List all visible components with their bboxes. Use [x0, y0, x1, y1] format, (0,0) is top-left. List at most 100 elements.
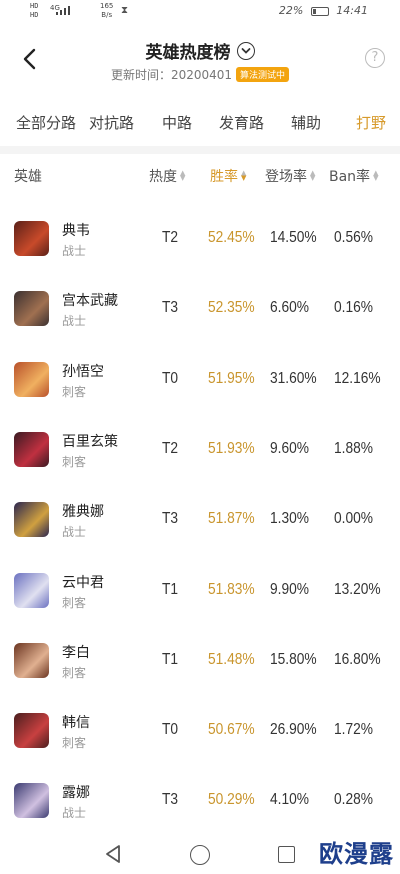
hero-avatar: [14, 221, 49, 256]
win-rate: 50.67%: [208, 721, 255, 739]
col-ban-rate-label: Ban率: [329, 169, 371, 185]
update-time: 更新时间：20200401 算法测试中: [0, 66, 400, 83]
table-row[interactable]: 露娜战士 T3 50.29% 4.10% 0.28%: [0, 766, 400, 836]
clock: 14:41: [336, 4, 368, 17]
col-heat-label: 热度: [149, 169, 177, 185]
heat-tier: T0: [162, 721, 179, 739]
win-rate: 52.35%: [208, 299, 255, 317]
hero-avatar: [14, 361, 49, 397]
hero-avatar: [14, 502, 49, 538]
speed-value: 165: [100, 2, 114, 10]
pick-rate: 31.60%: [270, 369, 317, 387]
ban-rate: 12.16%: [334, 369, 381, 387]
tab-mid-lane[interactable]: 中路: [162, 112, 192, 133]
pick-rate: 1.30%: [270, 510, 310, 528]
sort-icon: ▲ ▼: [180, 169, 186, 182]
hero-role: 战士: [62, 806, 87, 821]
ban-rate: 1.72%: [334, 721, 374, 739]
win-rate: 51.87%: [208, 510, 255, 528]
tab-support[interactable]: 辅助: [291, 112, 321, 133]
ban-rate: 16.80%: [334, 650, 381, 668]
chevron-down-icon[interactable]: [236, 41, 255, 60]
hero-avatar: [14, 713, 49, 749]
col-ban-rate[interactable]: Ban率 ▲ ▼: [329, 166, 378, 186]
pick-rate: 9.90%: [270, 580, 310, 598]
sort-icon: ▲ ▼: [310, 169, 316, 182]
hero-role: 战士: [62, 525, 87, 540]
status-right: 22% 14:41: [279, 4, 368, 17]
ban-rate: 0.16%: [334, 299, 374, 317]
pick-rate: 15.80%: [270, 650, 317, 668]
table-header: 英雄 热度 ▲ ▼ 胜率 ▲ ▼ 登场率 ▲ ▼ Ban率 ▲ ▼: [0, 166, 400, 188]
hero-name: 韩信: [62, 715, 90, 732]
col-heat[interactable]: 热度 ▲ ▼: [149, 166, 185, 186]
pick-rate: 26.90%: [270, 721, 317, 739]
table-row[interactable]: 韩信刺客 T0 50.67% 26.90% 1.72%: [0, 696, 400, 766]
page-title: 英雄热度榜: [145, 43, 231, 63]
win-rate: 50.29%: [208, 791, 255, 809]
hero-avatar: [14, 783, 49, 819]
win-rate: 51.95%: [208, 369, 255, 387]
help-icon[interactable]: ?: [365, 48, 385, 68]
network-speed: 165 B/s: [100, 2, 113, 20]
table-row[interactable]: 李白刺客 T1 51.48% 15.80% 16.80%: [0, 626, 400, 696]
heat-tier: T0: [162, 369, 179, 387]
hd-label-2: HD: [30, 11, 39, 19]
watermark: 欧漫露: [319, 840, 394, 868]
tab-all-lanes[interactable]: 全部分路: [16, 112, 76, 133]
heat-tier: T3: [162, 510, 179, 528]
col-hero-label: 英雄: [14, 169, 42, 185]
hero-name: 露娜: [62, 785, 90, 802]
table-row[interactable]: 百里玄策 刺客 T2 51.93% 9.60% 1.88%: [0, 415, 400, 485]
col-pick-rate-label: 登场率: [265, 169, 307, 185]
heat-tier: T3: [162, 791, 179, 809]
hero-name: 李白: [62, 644, 90, 661]
hourglass-icon: ⧗: [121, 5, 129, 16]
hero-role: 刺客: [62, 454, 87, 469]
hero-role: 刺客: [62, 665, 87, 680]
tab-farm-lane[interactable]: 发育路: [219, 112, 264, 133]
hero-name: 孙悟空: [62, 363, 104, 380]
battery-icon: [310, 6, 329, 16]
hero-role: 刺客: [62, 595, 87, 610]
nav-recent-apps-icon[interactable]: [278, 846, 295, 863]
hero-avatar: [14, 572, 49, 608]
heat-tier: T1: [162, 580, 179, 598]
table-row[interactable]: 典韦 战士 T2 52.45% 14.50% 0.56%: [0, 204, 400, 274]
tab-jungle[interactable]: 打野: [356, 112, 386, 133]
hero-name: 典韦: [62, 223, 90, 239]
ban-rate: 1.88%: [334, 439, 374, 457]
lane-tabs: 全部分路 对抗路 中路 发育路 辅助 打野: [0, 112, 400, 132]
hero-name: 云中君: [62, 574, 104, 591]
table-row[interactable]: 云中君 刺客 T1 51.83% 9.90% 13.20%: [0, 556, 400, 626]
hero-name: 宫本武藏: [62, 293, 118, 310]
table-row[interactable]: 宫本武藏 战士 T3 52.35% 6.60% 0.16%: [0, 274, 400, 344]
win-rate: 52.45%: [208, 229, 255, 246]
tab-clash-lane[interactable]: 对抗路: [89, 112, 134, 133]
nav-back-icon[interactable]: [104, 844, 122, 864]
nav-home-icon[interactable]: [190, 845, 210, 865]
update-label: 更新时间：: [110, 68, 171, 82]
col-win-rate-label: 胜率: [210, 169, 238, 185]
hero-role: 刺客: [62, 384, 87, 399]
heat-tier: T2: [162, 229, 179, 246]
heat-tier: T1: [162, 650, 179, 668]
col-win-rate[interactable]: 胜率 ▲ ▼: [210, 166, 246, 186]
win-rate: 51.48%: [208, 650, 255, 668]
section-divider: [0, 146, 400, 154]
battery-percent: 22%: [278, 4, 304, 17]
pick-rate: 4.10%: [270, 791, 310, 809]
hero-avatar: [14, 431, 49, 467]
ban-rate: 0.28%: [334, 791, 374, 809]
hd-label-1: HD: [30, 2, 39, 10]
col-pick-rate[interactable]: 登场率 ▲ ▼: [265, 166, 315, 186]
ban-rate: 0.56%: [334, 229, 374, 246]
update-date: 20200401: [170, 68, 233, 82]
win-rate: 51.83%: [208, 580, 255, 598]
table-row[interactable]: 雅典娜 战士 T3 51.87% 1.30% 0.00%: [0, 485, 400, 555]
table-row[interactable]: 孙悟空刺客 T0 51.95% 31.60% 12.16%: [0, 345, 400, 415]
ban-rate: 0.00%: [334, 510, 374, 528]
sort-icon: ▲ ▼: [241, 169, 247, 182]
sort-icon: ▲ ▼: [373, 169, 379, 182]
hero-role: 刺客: [62, 736, 87, 751]
